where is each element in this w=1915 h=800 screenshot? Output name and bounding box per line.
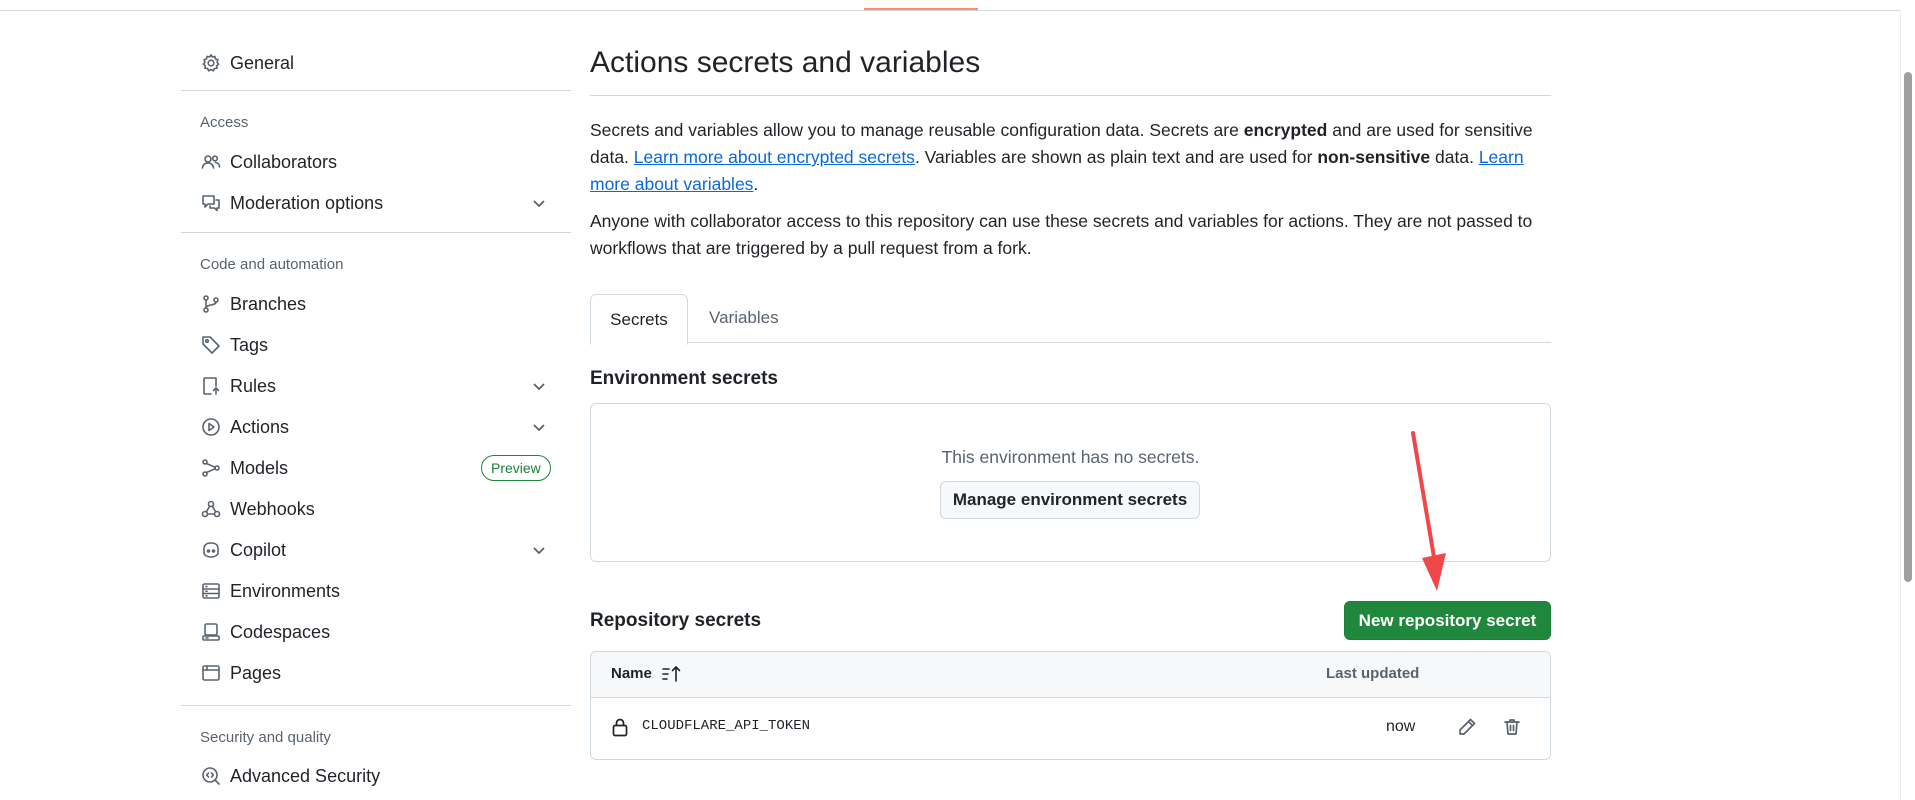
- sidebar-item-pages[interactable]: Pages: [181, 656, 571, 690]
- sidebar-item-general[interactable]: General: [181, 46, 571, 80]
- sidebar-item-copilot[interactable]: Copilot: [181, 533, 571, 567]
- sidebar-item-label: Models: [230, 457, 289, 478]
- description-secrets: Secrets and variables allow you to manag…: [590, 117, 1551, 198]
- secret-last-updated: now: [1386, 718, 1416, 735]
- manage-environment-secrets-button[interactable]: Manage environment secrets: [940, 481, 1200, 519]
- desc-text: data.: [1430, 147, 1479, 167]
- sidebar-item-label: Environments: [230, 580, 341, 601]
- sidebar-item-label: Moderation options: [230, 192, 384, 213]
- sidebar-item-collaborators[interactable]: Collaborators: [181, 145, 571, 179]
- sidebar-item-label: Webhooks: [230, 498, 315, 519]
- table-header: Name Last updated: [591, 652, 1550, 698]
- play-circle-icon: [200, 416, 222, 438]
- server-icon: [200, 580, 222, 602]
- browser-icon: [200, 662, 222, 684]
- sidebar-divider: [181, 232, 571, 233]
- gear-icon: [200, 52, 222, 74]
- new-repository-secret-button[interactable]: New repository secret: [1344, 601, 1551, 640]
- sidebar-item-label: Copilot: [230, 539, 287, 560]
- description-access: Anyone with collaborator access to this …: [590, 211, 1533, 258]
- sidebar-divider: [181, 90, 571, 91]
- sidebar-item-label: Tags: [230, 334, 269, 355]
- sidebar-item-label: Pages: [230, 662, 282, 683]
- desc-text: .: [753, 174, 759, 194]
- sidebar-item-moderation[interactable]: Moderation options: [181, 186, 571, 220]
- chevron-down-icon[interactable]: [531, 378, 547, 394]
- chevron-down-icon[interactable]: [531, 195, 547, 211]
- sidebar-item-label: Advanced Security: [230, 765, 381, 786]
- sidebar-item-models[interactable]: Models Preview: [181, 451, 571, 485]
- repository-secrets-table: Name Last updated CLOUDFLARE_API_TOKEN n…: [590, 651, 1551, 760]
- sidebar-item-label: Rules: [230, 375, 277, 396]
- people-icon: [200, 151, 222, 173]
- desc-text: . Variables are shown as plain text and …: [914, 147, 1318, 167]
- sidebar-item-label: Branches: [230, 293, 307, 314]
- environment-secrets-box: This environment has no secrets. Manage …: [590, 403, 1551, 562]
- sidebar-item-tags[interactable]: Tags: [181, 328, 571, 362]
- tab-secrets[interactable]: Secrets: [590, 294, 688, 345]
- lock-icon: [611, 717, 629, 737]
- sidebar-item-environments[interactable]: Environments: [181, 574, 571, 608]
- tag-icon: [200, 334, 222, 356]
- column-header-name[interactable]: Name: [611, 665, 652, 682]
- learn-more-secrets-link[interactable]: Learn more about encrypted secrets: [634, 147, 915, 167]
- pencil-icon: [1459, 718, 1476, 735]
- column-header-last-updated: Last updated: [1326, 665, 1420, 682]
- environment-secrets-heading: Environment secrets: [590, 368, 778, 389]
- codespaces-icon: [200, 621, 222, 643]
- git-branch-icon: [200, 293, 222, 315]
- sidebar-item-label: Actions: [230, 416, 290, 437]
- desc-bold-non-sensitive: non-sensitive: [1317, 147, 1431, 167]
- sidebar-item-label: Codespaces: [230, 621, 331, 642]
- copilot-icon: [200, 539, 222, 561]
- models-icon: [200, 457, 222, 479]
- comment-discussion-icon: [200, 192, 222, 214]
- secret-name: CLOUDFLARE_API_TOKEN: [642, 718, 811, 734]
- active-repo-tab-underline: [864, 8, 978, 10]
- sidebar-group-security: Security and quality: [200, 729, 331, 746]
- top-header-bar: [0, 0, 1915, 11]
- sidebar-item-webhooks[interactable]: Webhooks: [181, 492, 571, 526]
- scrollbar-thumb[interactable]: [1904, 72, 1912, 582]
- codescan-icon: [200, 765, 222, 787]
- sidebar-item-label: Collaborators: [230, 151, 338, 172]
- environment-empty-message: This environment has no secrets.: [941, 447, 1200, 467]
- desc-text: Secrets and variables allow you to manag…: [590, 120, 1244, 140]
- preview-badge: Preview: [481, 455, 551, 481]
- chevron-down-icon[interactable]: [531, 419, 547, 435]
- sidebar-group-access: Access: [200, 114, 249, 131]
- webhook-icon: [200, 498, 222, 520]
- title-divider: [590, 95, 1551, 96]
- page-scrollbar[interactable]: [1900, 10, 1915, 800]
- trash-icon: [1504, 719, 1520, 735]
- sort-ascending-icon[interactable]: [661, 664, 683, 684]
- delete-secret-button[interactable]: [1496, 711, 1528, 743]
- secrets-variables-tabs: Secrets Variables: [590, 294, 1551, 345]
- chevron-down-icon[interactable]: [531, 542, 547, 558]
- page-title: Actions secrets and variables: [590, 46, 981, 79]
- sidebar-item-label: General: [230, 52, 295, 73]
- sidebar-item-branches[interactable]: Branches: [181, 287, 571, 321]
- sidebar-item-rules[interactable]: Rules: [181, 369, 571, 403]
- repository-secrets-heading: Repository secrets: [590, 610, 762, 631]
- sidebar-item-codespaces[interactable]: Codespaces: [181, 615, 571, 649]
- desc-bold-encrypted: encrypted: [1243, 120, 1328, 140]
- table-row: CLOUDFLARE_API_TOKEN now: [591, 698, 1550, 759]
- sidebar-divider: [181, 705, 571, 706]
- sidebar-item-advanced-security[interactable]: Advanced Security: [181, 759, 571, 793]
- sidebar-group-code-automation: Code and automation: [200, 256, 344, 273]
- repo-push-icon: [200, 375, 222, 397]
- edit-secret-button[interactable]: [1451, 711, 1483, 743]
- sidebar-item-actions[interactable]: Actions: [181, 410, 571, 444]
- tab-variables[interactable]: Variables: [709, 294, 779, 342]
